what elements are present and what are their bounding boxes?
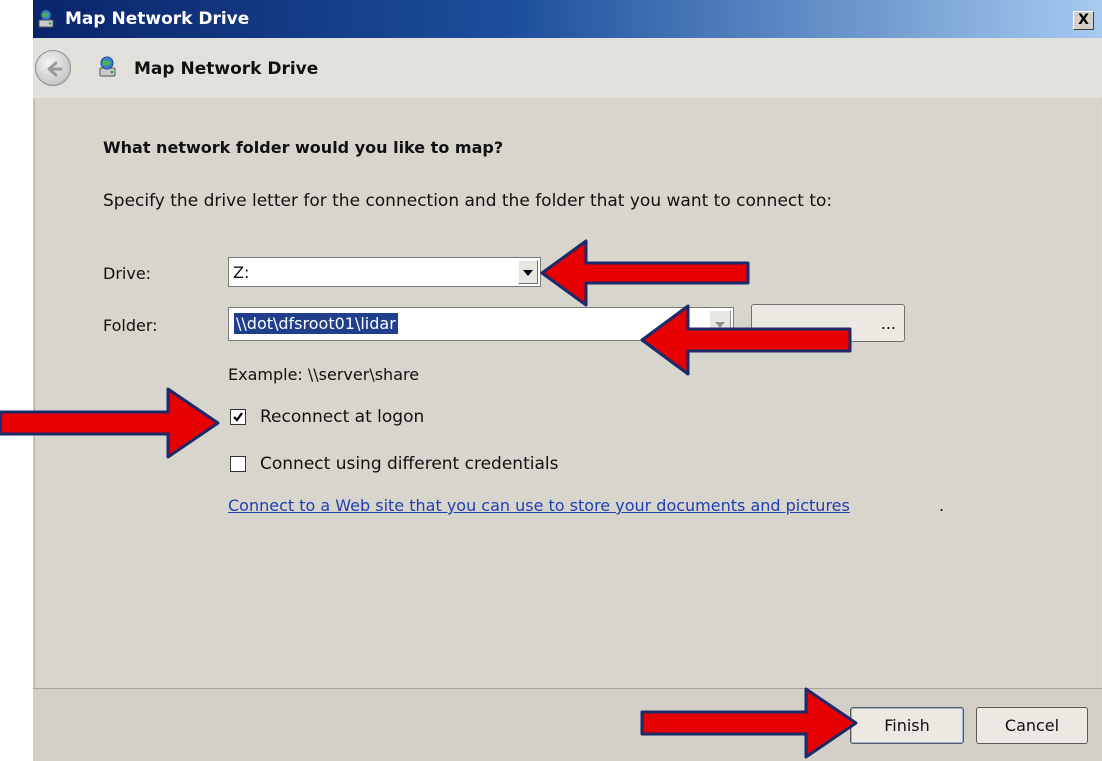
red-arrow-icon bbox=[0, 387, 220, 459]
reconnect-checkbox[interactable] bbox=[230, 409, 246, 425]
example-text: Example: \\server\share bbox=[228, 365, 420, 384]
drive-label: Drive: bbox=[103, 264, 152, 283]
drive-select[interactable]: Z: bbox=[228, 257, 541, 287]
network-drive-icon bbox=[97, 55, 121, 79]
back-button[interactable] bbox=[35, 50, 71, 86]
navigation-bar: Map Network Drive bbox=[33, 38, 1102, 98]
back-arrow-icon bbox=[47, 61, 63, 77]
web-site-link[interactable]: Connect to a Web site that you can use t… bbox=[228, 496, 850, 515]
drive-select-value: Z: bbox=[233, 263, 250, 282]
browse-button-label: ... bbox=[880, 314, 896, 333]
reconnect-label: Reconnect at logon bbox=[260, 407, 425, 427]
red-arrow-icon bbox=[640, 304, 852, 376]
finish-button[interactable]: Finish bbox=[850, 707, 964, 744]
credentials-label: Connect using different credentials bbox=[260, 454, 559, 474]
checkmark-icon bbox=[233, 412, 243, 422]
folder-label: Folder: bbox=[103, 316, 158, 335]
cancel-button[interactable]: Cancel bbox=[976, 707, 1088, 744]
window-title: Map Network Drive bbox=[65, 9, 250, 29]
red-arrow-icon bbox=[640, 687, 858, 759]
red-arrow-icon bbox=[540, 239, 750, 307]
page-description: Specify the drive letter for the connect… bbox=[103, 191, 833, 211]
map-network-drive-window: Map Network Drive X Map Network Drive Wh… bbox=[33, 0, 1102, 761]
folder-input-value: \\dot\dfsroot01\lidar bbox=[234, 313, 398, 334]
chevron-down-icon[interactable] bbox=[518, 260, 538, 284]
close-button[interactable]: X bbox=[1073, 11, 1094, 30]
network-drive-icon bbox=[37, 8, 59, 30]
credentials-checkbox[interactable] bbox=[230, 456, 246, 472]
close-icon: X bbox=[1078, 12, 1089, 28]
link-trailing-period: . bbox=[939, 496, 945, 515]
page-heading: What network folder would you like to ma… bbox=[103, 138, 504, 157]
wizard-footer: Finish Cancel bbox=[33, 688, 1102, 761]
wizard-title: Map Network Drive bbox=[134, 59, 319, 79]
title-bar[interactable]: Map Network Drive X bbox=[33, 0, 1102, 38]
